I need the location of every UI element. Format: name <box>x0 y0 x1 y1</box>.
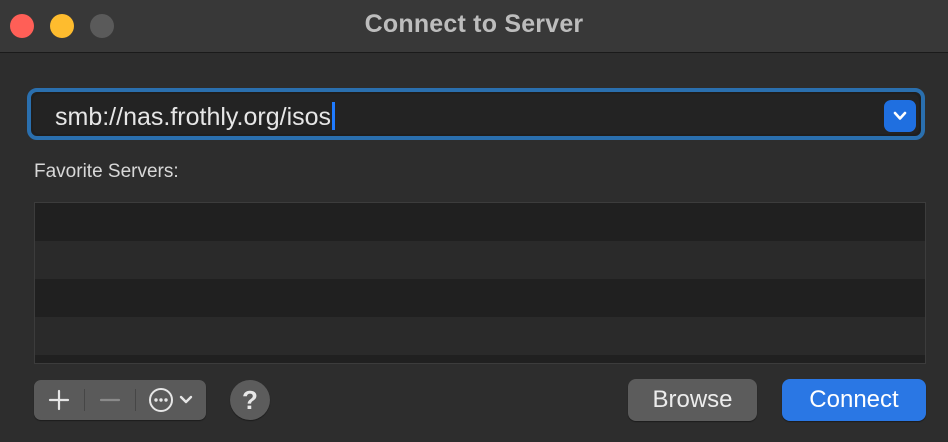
server-address-input[interactable]: smb://nas.frothly.org/isos <box>33 94 919 134</box>
list-row <box>35 317 925 355</box>
list-row <box>35 203 925 241</box>
help-label: ? <box>242 384 258 415</box>
list-row <box>35 355 925 363</box>
connect-to-server-window: Connect to Server smb://nas.frothly.org/… <box>0 0 948 442</box>
list-row <box>35 241 925 279</box>
chevron-down-icon <box>893 111 907 120</box>
title-bar[interactable]: Connect to Server <box>0 0 948 53</box>
recent-servers-button[interactable] <box>884 100 916 132</box>
add-favorite-button[interactable] <box>34 380 84 420</box>
browse-button-label: Browse <box>652 386 733 413</box>
server-address-field[interactable]: smb://nas.frothly.org/isos <box>27 88 925 140</box>
browse-button[interactable]: Browse <box>628 379 757 421</box>
favorite-servers-list[interactable] <box>34 202 926 364</box>
help-button[interactable]: ? <box>230 380 270 420</box>
plus-icon <box>48 389 70 411</box>
connect-button-label: Connect <box>809 386 899 413</box>
favorite-servers-label: Favorite Servers: <box>34 161 179 182</box>
connect-button[interactable]: Connect <box>782 379 926 421</box>
window-title: Connect to Server <box>364 10 584 38</box>
remove-favorite-button[interactable] <box>85 380 135 420</box>
more-actions-button[interactable] <box>136 380 206 420</box>
minus-icon <box>99 398 121 402</box>
favorites-control <box>34 380 206 420</box>
ellipsis-circle-icon <box>149 388 173 412</box>
chevron-down-icon <box>179 395 193 404</box>
list-row <box>35 279 925 317</box>
text-caret <box>332 102 336 130</box>
server-address-text[interactable]: smb://nas.frothly.org/isos <box>55 102 336 132</box>
server-address-value: smb://nas.frothly.org/isos <box>55 103 332 131</box>
